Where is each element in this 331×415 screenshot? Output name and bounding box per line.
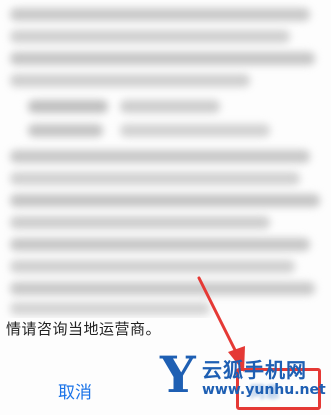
watermark-logo: Y 云狐手机网 www.yunhu.net — [160, 345, 330, 413]
watermark-letter: Y — [160, 345, 196, 404]
watermark-site-name: 云狐手机网 — [202, 358, 307, 382]
watermark-url: www.yunhu.net — [202, 382, 326, 398]
